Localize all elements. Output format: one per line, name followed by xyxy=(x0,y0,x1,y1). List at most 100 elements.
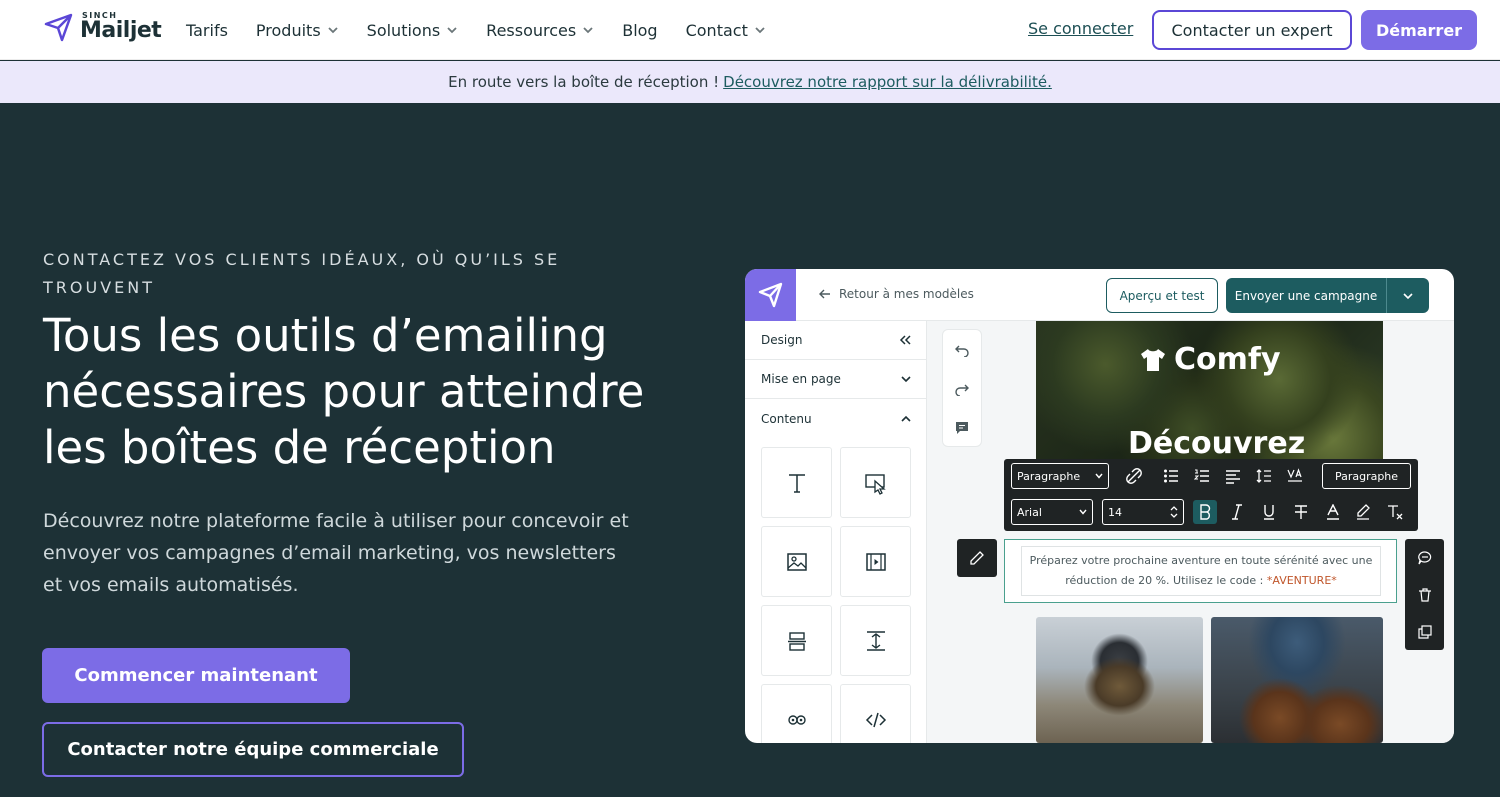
spacer-block-tile[interactable] xyxy=(840,605,911,676)
contact-sales-button[interactable]: Contacter notre équipe commerciale xyxy=(42,722,464,777)
letter-spacing-button[interactable] xyxy=(1283,464,1307,488)
preview-test-button[interactable]: Aperçu et test xyxy=(1106,278,1218,313)
block-comment-button[interactable] xyxy=(1405,539,1444,576)
line-height-button[interactable] xyxy=(1252,464,1276,488)
tshirt-icon xyxy=(1141,348,1165,371)
video-block-tile[interactable] xyxy=(840,526,911,597)
paragraph-style-label: Paragraphe xyxy=(1334,469,1399,483)
sidebar-design[interactable]: Design xyxy=(745,321,927,360)
button-block-tile[interactable] xyxy=(840,447,911,518)
numbered-list-button[interactable] xyxy=(1190,464,1214,488)
chevron-down-icon xyxy=(1403,292,1413,299)
menu-item-contact[interactable]: Contact xyxy=(686,21,766,40)
undo-button[interactable] xyxy=(943,330,981,369)
social-icon xyxy=(787,714,806,725)
main-menu: Tarifs Produits Solutions Ressources Blo… xyxy=(186,0,794,60)
bullet-list-button[interactable] xyxy=(1159,464,1183,488)
undo-icon xyxy=(955,345,969,357)
edit-block-button[interactable] xyxy=(957,539,997,577)
editor-sidebar: Design Mise en page Contenu xyxy=(745,321,927,743)
paragraph-style-button[interactable]: Paragraphe xyxy=(1322,463,1411,489)
html-block-tile[interactable] xyxy=(840,684,911,743)
comment-add-icon xyxy=(1417,550,1431,564)
font-family-select[interactable]: Arial xyxy=(1011,499,1093,525)
logo-name: Mailjet xyxy=(80,18,162,43)
duplicate-icon xyxy=(1417,624,1432,639)
back-to-templates-link[interactable]: Retour à mes modèles xyxy=(819,287,974,301)
mailjet-logo[interactable]: SINCH Mailjet xyxy=(44,12,162,43)
banner-text: En route vers la boîte de réception ! xyxy=(448,73,720,91)
menu-item-tarifs[interactable]: Tarifs xyxy=(186,21,228,40)
unlink-icon xyxy=(1126,468,1142,484)
paper-plane-icon xyxy=(758,282,782,308)
send-campaign-button[interactable]: Envoyer une campagne xyxy=(1226,278,1386,313)
logo-wordmark: SINCH Mailjet xyxy=(80,12,162,43)
line-height-icon xyxy=(1256,469,1271,483)
email-brand: Comfy xyxy=(1140,342,1281,377)
redo-button[interactable] xyxy=(943,369,981,408)
menu-item-produits[interactable]: Produits xyxy=(256,21,339,40)
chevron-down-icon xyxy=(1079,509,1087,515)
block-type-value: Paragraphe xyxy=(1017,469,1081,483)
underline-button[interactable] xyxy=(1257,500,1281,524)
social-block-tile[interactable] xyxy=(761,684,832,743)
text-block-tile[interactable] xyxy=(761,447,832,518)
menu-item-ressources[interactable]: Ressources xyxy=(486,21,594,40)
image-icon xyxy=(786,552,807,571)
start-now-button[interactable]: Commencer maintenant xyxy=(42,648,350,703)
menu-item-label: Tarifs xyxy=(186,20,228,40)
hero-headline: Tous les outils d’emailing nécessaires p… xyxy=(43,309,645,474)
clear-format-button[interactable] xyxy=(1383,500,1407,524)
font-size-stepper[interactable]: 14 xyxy=(1102,499,1184,525)
contact-expert-button[interactable]: Contacter un expert xyxy=(1152,10,1352,50)
italic-button[interactable] xyxy=(1225,500,1249,524)
numbered-list-icon xyxy=(1194,469,1209,482)
block-delete-button[interactable] xyxy=(1405,576,1444,613)
divider-icon xyxy=(787,631,806,651)
highlight-button[interactable] xyxy=(1351,500,1375,524)
comment-button[interactable] xyxy=(943,408,981,447)
chevron-up-icon xyxy=(901,415,911,422)
sidebar-content-label: Contenu xyxy=(761,411,812,426)
announcement-banner: En route vers la boîte de réception ! Dé… xyxy=(0,61,1500,103)
selected-text-block[interactable]: Préparez votre prochaine aventure en tou… xyxy=(1004,539,1397,603)
strikethrough-icon xyxy=(1295,505,1307,519)
text-block-content[interactable]: Préparez votre prochaine aventure en tou… xyxy=(1021,546,1381,596)
editor-topbar: Retour à mes modèles Aperçu et test Envo… xyxy=(745,269,1454,321)
bullet-list-icon xyxy=(1164,469,1178,483)
clear-format-icon xyxy=(1388,505,1403,520)
sidebar-content[interactable]: Contenu xyxy=(745,399,927,438)
align-left-button[interactable] xyxy=(1221,464,1245,488)
sidebar-layout[interactable]: Mise en page xyxy=(745,360,927,399)
block-type-select[interactable]: Paragraphe xyxy=(1011,463,1109,489)
chevron-down-icon xyxy=(328,27,338,34)
font-size-value: 14 xyxy=(1108,505,1122,519)
sidebar-layout-label: Mise en page xyxy=(761,372,841,386)
block-actions xyxy=(1405,539,1444,650)
banner-link[interactable]: Découvrez notre rapport sur la délivrabi… xyxy=(723,73,1052,91)
email-hero-title: Découvrez xyxy=(1128,426,1306,461)
menu-item-blog[interactable]: Blog xyxy=(622,21,657,40)
stepper-icon xyxy=(1170,506,1178,518)
login-link[interactable]: Se connecter xyxy=(1028,19,1133,38)
paper-plane-icon xyxy=(44,13,73,42)
start-button[interactable]: Démarrer xyxy=(1361,10,1477,50)
highlighter-icon xyxy=(1357,504,1370,520)
editor-logo xyxy=(745,269,796,321)
text-color-button[interactable] xyxy=(1321,500,1345,524)
redo-icon xyxy=(955,384,969,396)
strikethrough-button[interactable] xyxy=(1289,500,1313,524)
menu-item-solutions[interactable]: Solutions xyxy=(367,21,459,40)
text-icon xyxy=(788,473,805,493)
arrow-left-icon xyxy=(819,289,830,299)
divider-block-tile[interactable] xyxy=(761,605,832,676)
letter-spacing-icon xyxy=(1287,468,1302,482)
back-label: Retour à mes modèles xyxy=(839,287,974,301)
email-editor-mockup: Retour à mes modèles Aperçu et test Envo… xyxy=(745,269,1454,743)
bold-button[interactable] xyxy=(1193,500,1217,524)
menu-item-label: Solutions xyxy=(366,20,441,40)
send-options-dropdown[interactable] xyxy=(1386,278,1429,313)
unlink-button[interactable] xyxy=(1122,464,1146,488)
block-duplicate-button[interactable] xyxy=(1405,613,1444,650)
image-block-tile[interactable] xyxy=(761,526,832,597)
